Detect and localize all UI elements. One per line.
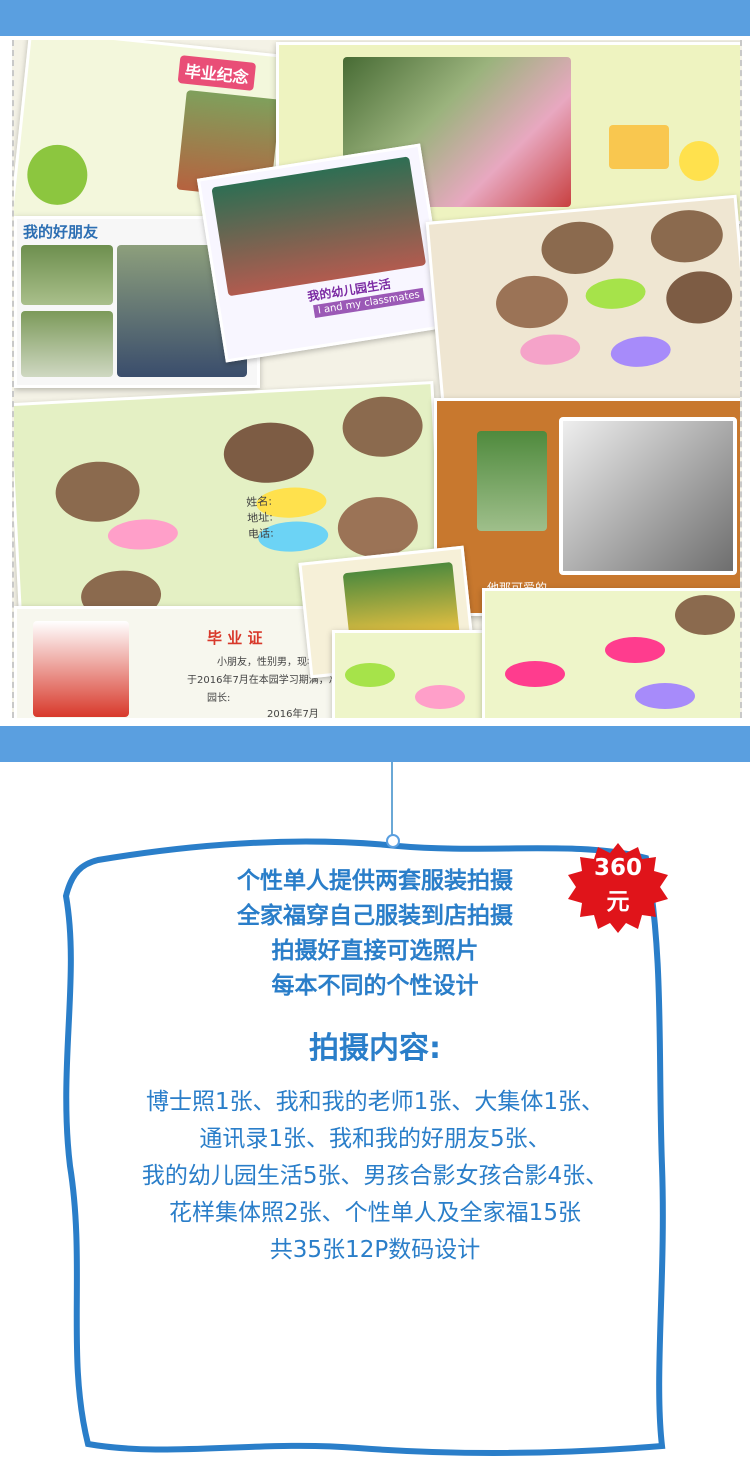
info-line: 每本不同的个性设计: [271, 973, 479, 999]
kindergarten-life-card: 我的幼儿园生活 I and my classmates: [196, 143, 450, 363]
contacts-card-bottom: [332, 630, 488, 718]
info-block: 个性单人提供两套服装拍摄 全家福穿自己服装到店拍摄 拍摄好直接可选照片 每本不同…: [0, 864, 750, 1004]
content-line: 我的幼儿园生活5张、男孩合影女孩合影4张、: [141, 1163, 609, 1189]
contact-address-label: 地址:: [246, 510, 274, 525]
friends-photo-1: [21, 245, 113, 305]
memorial-tag: 毕业纪念: [177, 55, 257, 91]
content-line: 通讯录1张、我和我的好朋友5张、: [199, 1126, 551, 1152]
middle-band: [0, 726, 750, 762]
certificate-line: 小朋友，性别男，现年: [217, 657, 317, 668]
info-line: 个性单人提供两套服装拍摄: [237, 868, 513, 894]
graduate-photo: [33, 621, 129, 717]
heart-formation-photo: [211, 156, 427, 297]
contact-photo: [222, 420, 316, 486]
info-line: 全家福穿自己服装到店拍摄: [237, 903, 513, 929]
contact-photo: [675, 595, 735, 635]
content-block: 博士照1张、我和我的老师1张、大集体1张、 通讯录1张、我和我的好朋友5张、 我…: [0, 1084, 750, 1269]
boy-outdoor-photo: [477, 431, 547, 531]
contact-photo: [54, 459, 142, 524]
contact-name-label: 姓名:: [246, 494, 273, 509]
content-line: 博士照1张、我和我的老师1张、大集体1张、: [146, 1089, 604, 1115]
top-band: [0, 0, 750, 36]
hanging-string: [391, 762, 393, 840]
frame-knot: [386, 834, 400, 848]
contact-photo: [648, 207, 725, 266]
info-line: 拍摄好直接可选照片: [271, 938, 479, 964]
content-line: 共35张12P数码设计: [269, 1237, 481, 1263]
contact-oval: [107, 517, 179, 552]
graduate-card: 毕 业 证 小朋友，性别男，现年 于2016年7月在本园学习期满，准予 园长: …: [14, 606, 336, 718]
contact-oval: [345, 663, 395, 687]
certificate-title: 毕 业 证: [207, 629, 263, 647]
contact-oval: [519, 332, 582, 368]
certificate-date: 2016年7月: [267, 709, 319, 718]
contacts-card-bottom-right: [482, 588, 740, 718]
contact-photo: [336, 495, 420, 560]
certificate-principal: 园长:: [207, 693, 231, 704]
photo-collage: 毕业纪念 我的好朋友 我的幼儿园生活 I and my classmates 姓…: [12, 40, 742, 718]
family-portrait-photo: [559, 417, 737, 575]
contact-oval: [605, 637, 665, 663]
contact-photo: [341, 394, 425, 459]
friends-photo-3: [21, 311, 113, 377]
contacts-card-right: [425, 194, 740, 428]
contact-photo: [664, 268, 735, 327]
contact-oval: [415, 685, 465, 709]
tree-illustration: [24, 141, 91, 208]
content-line: 花样集体照2张、个性单人及全家福15张: [169, 1200, 581, 1226]
contact-photo: [493, 272, 571, 332]
section-title: 拍摄内容:: [309, 1031, 441, 1066]
portrait-card: 他那可爱的: [434, 398, 740, 616]
contact-oval: [635, 683, 695, 709]
friends-heading: 我的好朋友: [23, 223, 99, 241]
house-illustration: [609, 125, 669, 169]
contact-oval: [609, 334, 672, 370]
contact-oval: [505, 661, 565, 687]
chick-illustration: [679, 141, 719, 181]
contact-oval: [584, 276, 647, 312]
contact-photo: [539, 218, 616, 277]
contact-phone-label: 电话:: [247, 526, 275, 541]
